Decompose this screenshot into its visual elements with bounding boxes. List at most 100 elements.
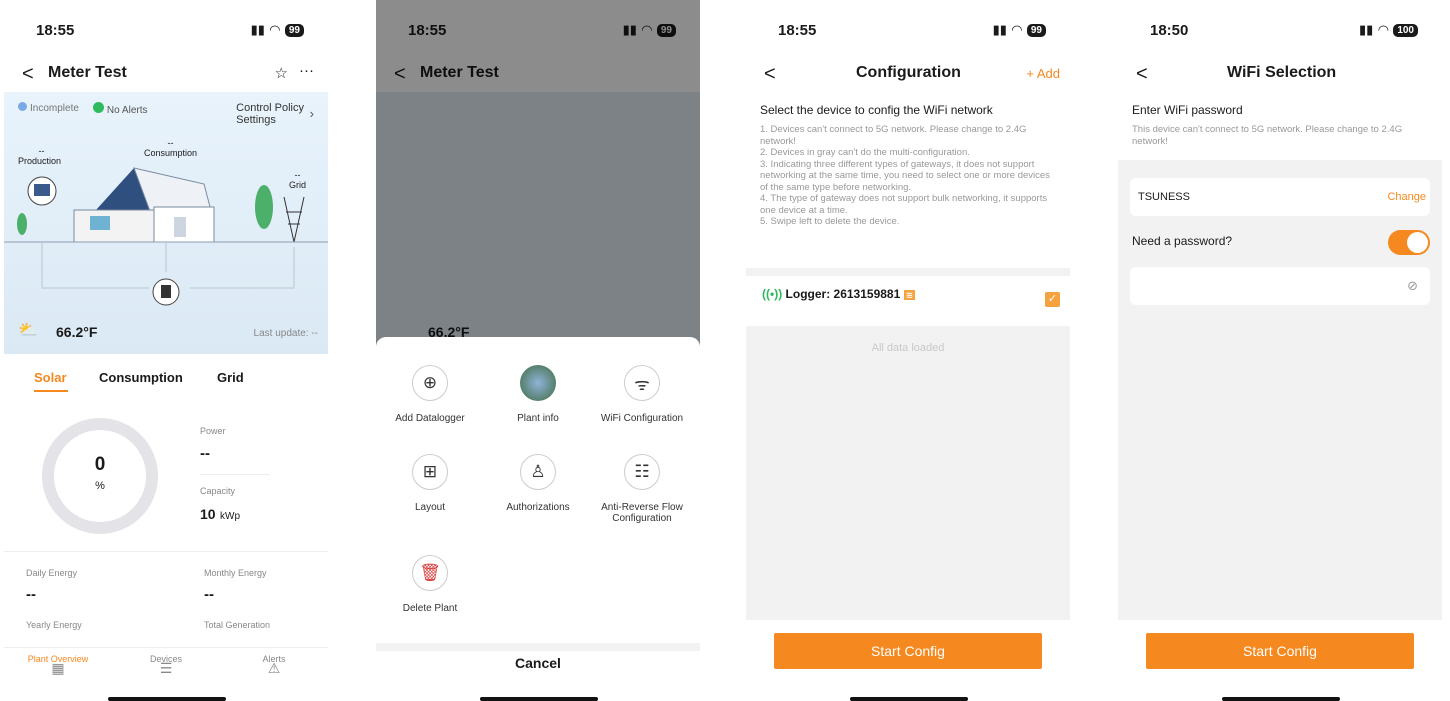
page-title: Meter Test	[48, 64, 127, 81]
status-bar: 18:55 ▮▮ ◠ 99	[746, 0, 1070, 50]
nav-bar: < WiFi Selection	[1118, 58, 1442, 92]
password-toggle[interactable]	[1388, 230, 1430, 255]
gauge-unit: %	[95, 480, 105, 492]
configuration-screen: 18:55 ▮▮ ◠ 99 < Configuration + Add Select…	[746, 0, 1070, 701]
monthly-energy-value: --	[204, 586, 214, 603]
total-generation-label: Total Generation	[204, 620, 271, 630]
device-row[interactable]: ((•)) Logger: 2613159881 ≋	[762, 287, 916, 301]
signal-icon: ▮▮	[1359, 22, 1374, 37]
add-datalogger-button[interactable]: ⊕ Add Datalogger	[376, 365, 484, 424]
star-icon[interactable]: ☆	[275, 64, 288, 82]
energy-tabs: Solar Consumption Grid	[4, 362, 328, 396]
tab-consumption[interactable]: Consumption	[99, 370, 183, 385]
power-label: Power	[200, 426, 226, 436]
signal-icon: ▮▮	[250, 22, 265, 37]
wifi-icon: ◠	[1011, 22, 1022, 37]
logger-name: Logger: 2613159881	[785, 287, 901, 301]
delete-plant-button[interactable]: 🗑 Delete Plant	[376, 555, 484, 614]
password-input[interactable]: ⊘	[1130, 267, 1430, 305]
change-button[interactable]: Change	[1387, 191, 1426, 203]
alerts-icon: ⚠	[267, 660, 281, 676]
action-sheet: ⊕ Add Datalogger Plant info ᯤ WiFi Configu…	[376, 337, 700, 701]
battery-icon: 100	[1393, 23, 1418, 37]
home-indicator	[850, 697, 968, 701]
trash-icon: 🗑	[412, 555, 448, 591]
back-icon[interactable]: <	[764, 63, 776, 86]
page-title: Configuration	[856, 64, 961, 81]
authorizations-button[interactable]: ♙ Authorizations	[484, 454, 592, 513]
plant-overview-screen: 18:55 ▮▮ ◠ 99 < Meter Test ☆ ··· Incomplet…	[4, 0, 328, 701]
status-time: 18:55	[36, 22, 75, 39]
device-list-footer: All data loaded	[746, 326, 1070, 620]
back-icon[interactable]: <	[22, 63, 34, 86]
battery-icon: 99	[1026, 23, 1046, 37]
user-icon: ♙	[520, 454, 556, 490]
add-button[interactable]: + Add	[1026, 66, 1060, 81]
page-title: WiFi Selection	[1227, 64, 1337, 81]
last-update: Last update: --	[253, 328, 318, 339]
solar-gauge: 0 %	[42, 418, 158, 534]
ssid-row: TSUNESS Change	[1130, 178, 1430, 216]
add-circle-icon: ⊕	[412, 365, 448, 401]
weather-icon: ⛅	[18, 322, 38, 339]
status-time: 18:55	[778, 22, 817, 39]
tab-plant-overview[interactable]: ▦ Plant Overview	[18, 654, 98, 676]
cancel-button[interactable]: Cancel	[376, 655, 700, 671]
capacity-label: Capacity	[200, 486, 236, 496]
need-password-label: Need a password?	[1132, 234, 1233, 248]
instructions-heading: Select the device to config the WiFi net…	[760, 103, 993, 117]
yearly-energy-label: Yearly Energy	[26, 620, 82, 630]
instructions-list: 1. Devices can't connect to 5G network. …	[760, 124, 1050, 227]
home-indicator	[108, 697, 226, 701]
nav-bar: < Configuration + Add	[746, 58, 1070, 92]
back-icon[interactable]: <	[1136, 63, 1148, 86]
gateway-type-icon: ≋	[903, 290, 916, 300]
house-illustration	[4, 167, 328, 306]
start-config-button[interactable]: Start Config	[1146, 633, 1414, 669]
eye-off-icon[interactable]: ⊘	[1407, 278, 1418, 294]
power-value: --	[200, 445, 210, 462]
signal-icon: ((•))	[762, 287, 783, 301]
wifi-password-heading: Enter WiFi password	[1132, 103, 1243, 117]
form-area: TSUNESS Change Need a password? ⊘	[1118, 160, 1442, 620]
status-time: 18:50	[1150, 22, 1189, 39]
device-checkbox[interactable]: ✓	[1045, 292, 1060, 307]
daily-energy-value: --	[26, 586, 36, 603]
plant-overview-icon: ▦	[51, 660, 65, 676]
signal-icon: ▮▮	[992, 22, 1007, 37]
plant-photo-icon	[520, 365, 556, 401]
temperature: 66.2°F	[56, 324, 98, 340]
devices-icon: ☰	[159, 660, 173, 676]
home-indicator	[480, 697, 598, 701]
gauge-value: 0	[94, 454, 106, 475]
capacity-unit: kWp	[220, 511, 241, 522]
home-indicator	[1222, 697, 1340, 701]
wifi-selection-screen: 18:50 ▮▮ ◠ 100 < WiFi Selection Enter WiFi…	[1118, 0, 1442, 701]
plant-menu-screen: 18:55 ▮▮ ◠ 99 < Meter Test 66.2°F ⊕ Add Dat…	[376, 0, 700, 701]
anti-reverse-flow-button[interactable]: ☷ Anti-Reverse Flow Configuration	[588, 454, 696, 524]
battery-icon: 99	[284, 23, 304, 37]
tab-grid[interactable]: Grid	[217, 370, 244, 385]
tab-indicator	[34, 390, 68, 392]
ssid-name: TSUNESS	[1138, 191, 1190, 203]
layout-icon: ⊞	[412, 454, 448, 490]
layout-button[interactable]: ⊞ Layout	[376, 454, 484, 513]
energy-flow-diagram: Incomplete No Alerts Control Policy Sett…	[4, 92, 328, 354]
start-config-button[interactable]: Start Config	[774, 633, 1042, 669]
nav-bar: < Meter Test ☆ ···	[4, 58, 328, 92]
more-icon[interactable]: ···	[299, 62, 314, 79]
settings-panel-icon: ☷	[624, 454, 660, 490]
wifi-icon: ◠	[1378, 22, 1389, 37]
bottom-tab-bar: ▦ Plant Overview ☰ Devices ⚠ Alerts	[4, 647, 328, 689]
wifi-configuration-button[interactable]: ᯤ WiFi Configuration	[588, 365, 696, 424]
status-bar: 18:50 ▮▮ ◠ 100	[1118, 0, 1442, 50]
capacity-value: 10	[200, 506, 216, 522]
plant-info-button[interactable]: Plant info	[484, 365, 592, 424]
daily-energy-label: Daily Energy	[26, 568, 78, 578]
tab-solar[interactable]: Solar	[34, 370, 67, 385]
network-note: This device can't connect to 5G network.…	[1132, 124, 1403, 147]
tab-alerts[interactable]: ⚠ Alerts	[234, 654, 314, 676]
tab-devices[interactable]: ☰ Devices	[126, 654, 206, 676]
status-bar: 18:55 ▮▮ ◠ 99	[4, 0, 328, 50]
all-loaded-text: All data loaded	[871, 342, 945, 354]
